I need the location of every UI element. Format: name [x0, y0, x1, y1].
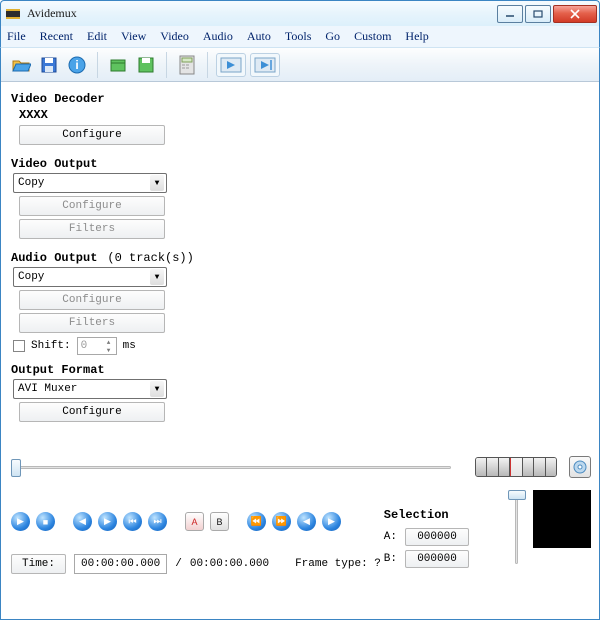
video-output-selected: Copy: [18, 177, 44, 189]
toolbar-separator: [207, 52, 208, 78]
audio-output-selected: Copy: [18, 271, 44, 283]
slider-track: [15, 466, 451, 469]
open-icon[interactable]: [9, 53, 33, 77]
maximize-button[interactable]: [525, 5, 551, 23]
goto-end-button[interactable]: ⏩: [272, 512, 291, 531]
menu-view[interactable]: View: [121, 29, 146, 44]
chevron-down-icon: ▼: [150, 381, 164, 397]
svg-text:i: i: [75, 58, 78, 72]
time-separator: /: [175, 558, 182, 570]
video-output-heading: Video Output: [11, 157, 591, 171]
video-decoder-codec: XXXX: [19, 108, 591, 122]
selection-heading: Selection: [384, 508, 469, 522]
volume-track: [515, 494, 518, 564]
stop-button[interactable]: ■: [36, 512, 55, 531]
goto-start-button[interactable]: ⏪: [247, 512, 266, 531]
jog-wheel[interactable]: [475, 457, 557, 477]
goto-marker-b-button[interactable]: ▶: [322, 512, 341, 531]
play-button[interactable]: ▶: [11, 512, 30, 531]
selection-a-label: A:: [384, 531, 397, 543]
close-button[interactable]: [553, 5, 597, 23]
selection-block: Selection A: 000000 B: 000000: [384, 508, 469, 572]
play-output-icon[interactable]: [250, 53, 280, 77]
menu-file[interactable]: File: [7, 29, 26, 44]
goto-marker-a-button[interactable]: ◀: [297, 512, 316, 531]
chevron-down-icon: ▼: [150, 175, 164, 191]
time-total: 00:00:00.000: [190, 558, 269, 570]
save-project-icon[interactable]: [134, 53, 158, 77]
video-output-select[interactable]: Copy ▼: [13, 173, 167, 193]
video-preview: [533, 490, 591, 548]
save-icon[interactable]: [37, 53, 61, 77]
video-output-configure-button[interactable]: Configure: [19, 196, 165, 216]
menubar: File Recent Edit View Video Audio Auto T…: [0, 26, 600, 48]
menu-audio[interactable]: Audio: [203, 29, 233, 44]
audio-output-tracks: (0 track(s)): [107, 251, 193, 265]
next-frame-button[interactable]: ▶: [98, 512, 117, 531]
menu-edit[interactable]: Edit: [87, 29, 107, 44]
menu-help[interactable]: Help: [405, 29, 428, 44]
menu-custom[interactable]: Custom: [354, 29, 391, 44]
audio-shift-value: 0: [81, 340, 88, 352]
slider-thumb[interactable]: [11, 459, 21, 477]
window-title: Avidemux: [27, 6, 495, 21]
disc-icon[interactable]: [569, 456, 591, 478]
output-format-configure-button[interactable]: Configure: [19, 402, 165, 422]
audio-output-heading: Audio Output (0 track(s)): [11, 251, 591, 265]
toolbar-separator: [97, 52, 98, 78]
audio-output-filters-button[interactable]: Filters: [19, 313, 165, 333]
audio-shift-checkbox[interactable]: [13, 340, 25, 352]
video-decoder-heading: Video Decoder: [11, 92, 591, 106]
calculator-icon[interactable]: [175, 53, 199, 77]
output-format-selected: AVI Muxer: [18, 383, 77, 395]
frame-type-label: Frame type:: [295, 558, 368, 570]
client-area: Video Decoder XXXX Configure Video Outpu…: [0, 82, 600, 620]
audio-output-configure-button[interactable]: Configure: [19, 290, 165, 310]
audio-output-select[interactable]: Copy ▼: [13, 267, 167, 287]
time-current[interactable]: 00:00:00.000: [74, 554, 167, 574]
play-input-icon[interactable]: [216, 53, 246, 77]
frame-type-value: ?: [374, 558, 381, 570]
selection-b-value[interactable]: 000000: [405, 550, 469, 568]
menu-recent[interactable]: Recent: [40, 29, 73, 44]
prev-frame-button[interactable]: ◀: [73, 512, 92, 531]
prev-keyframe-button[interactable]: ⏮: [123, 512, 142, 531]
toolbar-separator: [166, 52, 167, 78]
volume-slider[interactable]: [507, 490, 525, 568]
window-titlebar: Avidemux: [0, 0, 600, 26]
output-format-select[interactable]: AVI Muxer ▼: [13, 379, 167, 399]
video-decoder-configure-button[interactable]: Configure: [19, 125, 165, 145]
audio-shift-spinner[interactable]: 0 ▲▼: [77, 337, 117, 355]
minimize-button[interactable]: [497, 5, 523, 23]
menu-video[interactable]: Video: [160, 29, 189, 44]
menu-auto[interactable]: Auto: [247, 29, 271, 44]
set-marker-b-button[interactable]: B: [210, 512, 229, 531]
menu-tools[interactable]: Tools: [285, 29, 312, 44]
chevron-down-icon: ▼: [150, 269, 164, 285]
selection-a-value[interactable]: 000000: [405, 528, 469, 546]
set-marker-a-button[interactable]: A: [185, 512, 204, 531]
audio-shift-label: Shift:: [31, 340, 71, 352]
spin-down-icon[interactable]: ▼: [103, 346, 115, 354]
audio-shift-unit: ms: [123, 340, 136, 352]
open-project-icon[interactable]: [106, 53, 130, 77]
selection-b-label: B:: [384, 553, 397, 565]
next-keyframe-button[interactable]: ⏭: [148, 512, 167, 531]
spin-up-icon[interactable]: ▲: [103, 338, 115, 346]
time-button[interactable]: Time:: [11, 554, 66, 574]
app-icon: [5, 6, 21, 22]
video-output-filters-button[interactable]: Filters: [19, 219, 165, 239]
volume-thumb[interactable]: [508, 490, 526, 500]
position-slider[interactable]: [11, 457, 455, 477]
menu-go[interactable]: Go: [325, 29, 340, 44]
info-icon[interactable]: i: [65, 53, 89, 77]
toolbar: i: [1, 48, 599, 82]
output-format-heading: Output Format: [11, 363, 591, 377]
transport-controls: ▶ ■ ◀ ▶ ⏮ ⏭ A B ⏪ ⏩ ◀ ▶: [11, 512, 341, 531]
